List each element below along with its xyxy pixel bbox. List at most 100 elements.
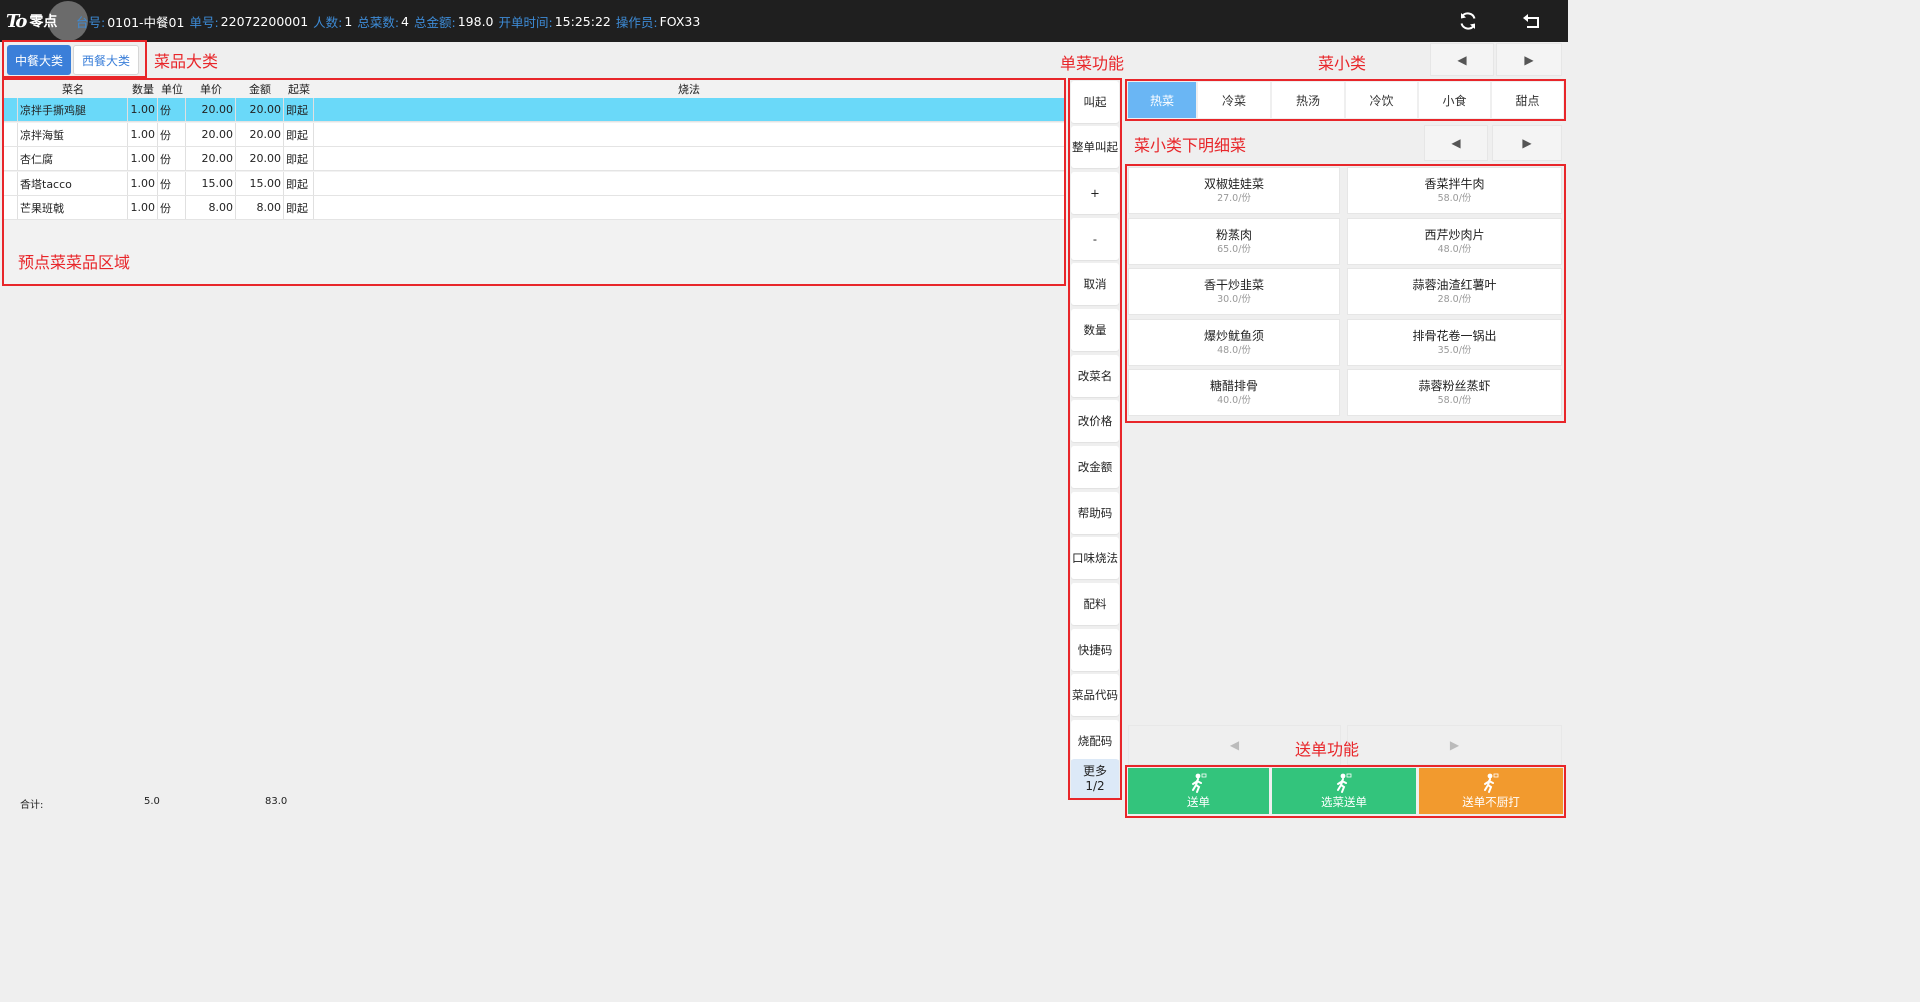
taste-method-button[interactable]: 口味烧法 [1071,537,1119,579]
ingredients-button[interactable]: 配料 [1071,583,1119,625]
send-order-button[interactable]: 送单 [1128,768,1269,814]
header-start: 起菜 [288,83,310,96]
shortcut-code-button[interactable]: 快捷码 [1071,629,1119,671]
send-no-print-button[interactable]: 送单不厨打 [1419,768,1563,814]
row-start: 即起 [284,147,314,170]
row-amount: 20.00 [236,123,284,146]
dish-price: 58.0/份 [1437,394,1472,406]
sub-category-prev-button[interactable]: ◀ [1430,43,1494,76]
dish-item[interactable]: 排骨花卷一锅出 35.0/份 [1347,319,1562,366]
dish-item[interactable]: 爆炒鱿鱼须 48.0/份 [1128,319,1340,366]
category-tab-western[interactable]: 西餐大类 [73,45,139,75]
plus-button[interactable]: + [1071,172,1119,214]
minus-button[interactable]: - [1071,218,1119,260]
change-amount-button[interactable]: 改金额 [1071,446,1119,488]
row-name: 杏仁腐 [18,147,128,170]
dish-price: 27.0/份 [1217,192,1251,204]
single-func-annotation: 单菜功能 [1060,54,1125,73]
sub-tab-hot-dishes[interactable]: 热菜 [1128,82,1196,118]
row-unit: 份 [158,123,186,146]
dish-item[interactable]: 香干炒韭菜 30.0/份 [1128,268,1340,315]
call-up-button[interactable]: 叫起 [1071,81,1119,123]
runner-icon [1483,773,1499,794]
row-qty: 1.00 [128,123,158,146]
dish-item[interactable]: 糖醋排骨 40.0/份 [1128,369,1340,416]
quantity-button[interactable]: 数量 [1071,309,1119,351]
dish-name: 糖醋排骨 [1209,378,1258,393]
total-label: 合计: [20,800,44,811]
send-order-label: 送单 [1187,794,1210,809]
row-spacer [4,196,18,219]
table-no-value: 0101-中餐01 [107,14,185,30]
sub-tab-snacks[interactable]: 小食 [1419,82,1490,118]
call-up-all-button[interactable]: 整单叫起 [1071,126,1119,168]
dish-name: 蒜蓉粉丝蒸虾 [1418,378,1491,393]
row-unit: 份 [158,196,186,219]
dishes-prev-button[interactable]: ◀ [1424,125,1488,161]
dish-name: 香菜拌牛肉 [1424,176,1485,191]
sub-dishes-annotation: 菜小类下明细菜 [1134,136,1247,155]
dish-code-button[interactable]: 菜品代码 [1071,674,1119,716]
dish-price: 58.0/份 [1437,192,1472,204]
sub-tab-cold-drinks[interactable]: 冷饮 [1346,82,1417,118]
dish-price: 30.0/份 [1217,293,1251,305]
table-row[interactable]: 香塔tacco 1.00 份 15.00 15.00 即起 [4,172,1064,196]
dish-price: 48.0/份 [1217,344,1251,356]
open-time-value: 15:25:22 [554,13,611,29]
dish-name: 排骨花卷一锅出 [1412,328,1497,343]
more-button[interactable]: 更多 1/2 [1071,759,1119,799]
dish-item[interactable]: 蒜蓉粉丝蒸虾 58.0/份 [1347,369,1562,416]
row-price: 8.00 [186,196,236,219]
dish-item[interactable]: 双椒娃娃菜 27.0/份 [1128,167,1340,214]
order-info: 台号: 0101-中餐01 单号: 22072200001 人数: 1 总菜数: 4 总… [76,0,705,42]
runner-icon [1191,773,1207,794]
dish-item[interactable]: 香菜拌牛肉 58.0/份 [1347,167,1562,214]
triangle-right-icon: ▶ [1524,52,1534,67]
change-price-button[interactable]: 改价格 [1071,400,1119,442]
refresh-icon[interactable] [1456,9,1480,33]
triangle-left-icon: ◀ [1451,136,1461,150]
row-spacer [4,172,18,195]
sub-tab-desserts[interactable]: 甜点 [1492,82,1563,118]
row-name: 芒果班戟 [18,196,128,219]
category-annotation: 菜品大类 [154,52,219,71]
row-price: 15.00 [186,172,236,195]
triangle-left-icon: ◀ [1457,52,1467,67]
select-send-button[interactable]: 选菜送单 [1272,768,1416,814]
dishes-next-button[interactable]: ▶ [1492,125,1562,161]
dish-name: 粉蒸肉 [1215,227,1252,242]
table-row[interactable]: 凉拌海蜇 1.00 份 20.00 20.00 即起 [4,123,1064,147]
table-row[interactable]: 芒果班戟 1.00 份 8.00 8.00 即起 [4,196,1064,220]
row-spacer [4,123,18,146]
dish-price: 35.0/份 [1437,344,1472,356]
total-amount: 83.0 [265,796,288,807]
row-unit: 份 [158,172,186,195]
row-price: 20.00 [186,147,236,170]
guests-value: 1 [344,13,353,29]
row-amount: 20.00 [236,147,284,170]
help-code-button[interactable]: 帮助码 [1071,492,1119,534]
row-method [314,98,1064,121]
dish-item[interactable]: 粉蒸肉 65.0/份 [1128,218,1340,265]
cancel-button[interactable]: 取消 [1071,263,1119,305]
back-icon[interactable] [1520,9,1544,33]
header-spacer [4,80,18,98]
sub-category-next-button[interactable]: ▶ [1496,43,1562,76]
row-amount: 8.00 [236,196,284,219]
sub-tab-cold-dishes[interactable]: 冷菜 [1198,82,1270,118]
more-page: 1/2 [1085,779,1105,793]
top-bar: To 零点 台号: 0101-中餐01 单号: 22072200001 人数: 1 总… [0,0,1568,42]
send-next-button[interactable]: ▶ [1347,725,1562,765]
sub-tab-hot-soup[interactable]: 热汤 [1272,82,1344,118]
dish-count-label: 总菜数: [357,14,400,30]
header-method: 烧法 [678,83,700,96]
row-unit: 份 [158,147,186,170]
cook-code-button[interactable]: 烧配码 [1071,720,1119,762]
table-row[interactable]: 凉拌手撕鸡腿 1.00 份 20.00 20.00 即起 [4,98,1064,122]
category-tab-chinese[interactable]: 中餐大类 [7,45,71,75]
dish-item[interactable]: 西芹炒肉片 48.0/份 [1347,218,1562,265]
dish-item[interactable]: 蒜蓉油渣红薯叶 28.0/份 [1347,268,1562,315]
rename-dish-button[interactable]: 改菜名 [1071,355,1119,397]
header-amount: 金额 [249,83,271,96]
table-row[interactable]: 杏仁腐 1.00 份 20.00 20.00 即起 [4,147,1064,171]
